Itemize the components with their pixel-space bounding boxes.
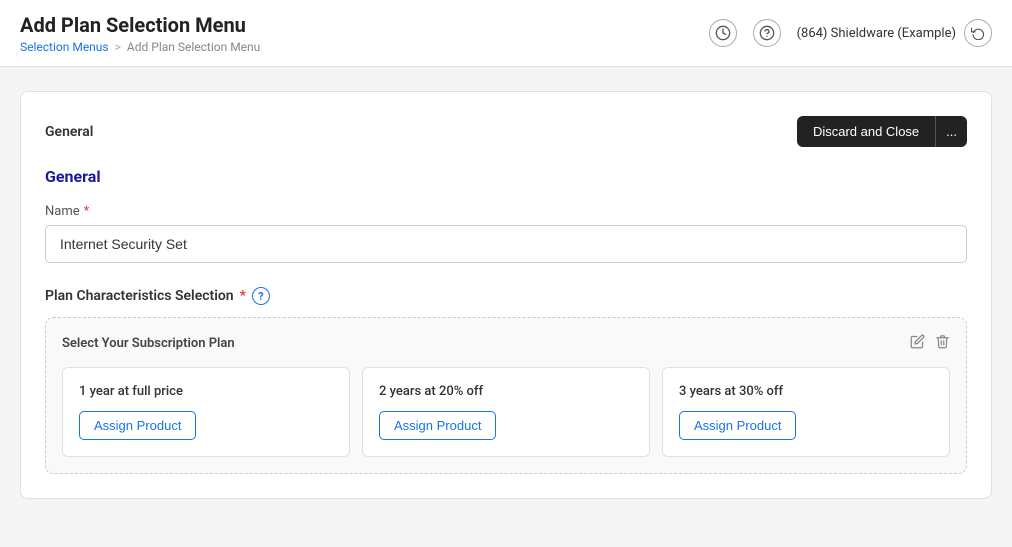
company-info[interactable]: (864) Shieldware (Example): [797, 19, 992, 47]
plan-section-label: Plan Characteristics Selection * ?: [45, 287, 967, 305]
edit-icon[interactable]: [910, 334, 925, 353]
name-required: *: [84, 204, 90, 219]
plan-card-1-title: 1 year at full price: [79, 384, 333, 399]
more-options-button[interactable]: ...: [935, 116, 967, 147]
subscription-box-icons: [910, 334, 950, 353]
page-title: Add Plan Selection Menu: [20, 12, 260, 38]
card-header-title: General: [45, 124, 93, 140]
delete-icon[interactable]: [935, 334, 950, 353]
plan-required: *: [240, 288, 246, 304]
breadcrumb-current: Add Plan Selection Menu: [127, 40, 260, 54]
plan-card-2-title: 2 years at 20% off: [379, 384, 633, 399]
name-input[interactable]: [45, 225, 967, 263]
assign-product-button-3[interactable]: Assign Product: [679, 411, 796, 440]
subscription-box-title: Select Your Subscription Plan: [62, 336, 235, 351]
plan-card-1: 1 year at full price Assign Product: [62, 367, 350, 457]
breadcrumb-separator: >: [115, 40, 121, 54]
discard-close-button[interactable]: Discard and Close: [797, 116, 935, 147]
plan-card-2: 2 years at 20% off Assign Product: [362, 367, 650, 457]
card-header: General Discard and Close ...: [45, 116, 967, 147]
card-actions: Discard and Close ...: [797, 116, 967, 147]
assign-product-button-1[interactable]: Assign Product: [79, 411, 196, 440]
assign-product-button-2[interactable]: Assign Product: [379, 411, 496, 440]
header-left: Add Plan Selection Menu Selection Menus …: [20, 12, 260, 54]
breadcrumb-parent[interactable]: Selection Menus: [20, 40, 109, 54]
plan-help-icon[interactable]: ?: [252, 287, 270, 305]
general-section-title: General: [45, 167, 967, 186]
plan-card-3-title: 3 years at 30% off: [679, 384, 933, 399]
name-field-group: Name *: [45, 204, 967, 263]
main-content: General Discard and Close ... General Na…: [0, 67, 1012, 523]
company-name: (864) Shieldware (Example): [797, 26, 956, 41]
plan-card-3: 3 years at 30% off Assign Product: [662, 367, 950, 457]
subscription-box-header: Select Your Subscription Plan: [62, 334, 950, 353]
switch-company-icon[interactable]: [964, 19, 992, 47]
form-card: General Discard and Close ... General Na…: [20, 91, 992, 499]
name-label: Name *: [45, 204, 967, 219]
breadcrumb: Selection Menus > Add Plan Selection Men…: [20, 40, 260, 54]
subscription-box: Select Your Subscription Plan: [45, 317, 967, 474]
plan-cards: 1 year at full price Assign Product 2 ye…: [62, 367, 950, 457]
app-header: Add Plan Selection Menu Selection Menus …: [0, 0, 1012, 67]
header-right: (864) Shieldware (Example): [709, 19, 992, 47]
history-icon[interactable]: [709, 19, 737, 47]
help-icon[interactable]: [753, 19, 781, 47]
